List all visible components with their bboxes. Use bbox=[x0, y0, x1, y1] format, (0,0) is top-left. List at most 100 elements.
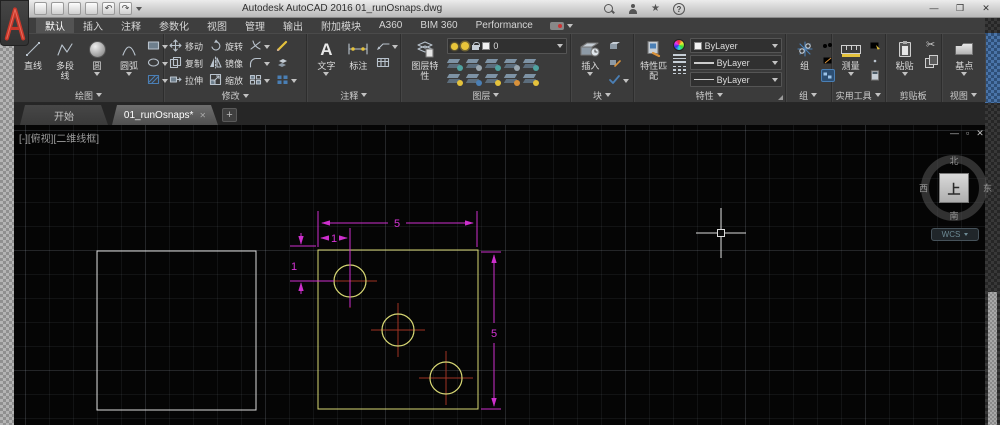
trim-tool[interactable] bbox=[249, 39, 271, 54]
measure-dropdown-icon[interactable] bbox=[847, 72, 854, 77]
layer-dropdown[interactable]: 0 bbox=[447, 38, 568, 54]
layer-tool-icon[interactable] bbox=[504, 74, 521, 86]
tab-manage[interactable]: 管理 bbox=[236, 18, 274, 33]
edit-block-tool[interactable] bbox=[608, 56, 629, 71]
viewcube-north-label[interactable]: 北 bbox=[949, 154, 958, 167]
polyline-tool[interactable]: 多段线 bbox=[51, 38, 79, 82]
base-view-dropdown-icon[interactable] bbox=[961, 72, 968, 77]
mirror-tool[interactable]: 镜像 bbox=[209, 55, 243, 72]
attributes-tool[interactable] bbox=[608, 73, 630, 88]
copy-clip-tool[interactable] bbox=[924, 54, 938, 68]
linetype-icon[interactable] bbox=[672, 65, 686, 74]
properties-dialog-launcher[interactable] bbox=[777, 95, 783, 100]
copy-tool[interactable]: 复制 bbox=[169, 55, 203, 72]
trim-dropdown-icon[interactable] bbox=[264, 44, 271, 49]
calculator-tool[interactable] bbox=[868, 69, 882, 82]
panel-annotation-label[interactable]: 注释 bbox=[307, 88, 400, 102]
wcs-menu[interactable]: WCS bbox=[931, 228, 979, 241]
layer-on-icon[interactable] bbox=[451, 42, 459, 50]
text-dropdown-icon[interactable] bbox=[323, 72, 330, 77]
layer-thaw-icon[interactable] bbox=[461, 42, 470, 50]
help-icon[interactable]: ? bbox=[672, 3, 685, 15]
linetype-dropdown[interactable]: ByLayer bbox=[689, 72, 782, 87]
layer-tool-icon[interactable] bbox=[447, 74, 464, 86]
group-button[interactable]: 组 bbox=[791, 38, 819, 71]
tab-start[interactable]: 开始 bbox=[20, 105, 108, 125]
viewcube-south-label[interactable]: 南 bbox=[949, 209, 958, 222]
arc-dropdown-icon[interactable] bbox=[126, 72, 132, 77]
attributes-dropdown-icon[interactable] bbox=[623, 78, 630, 83]
tab-annotate[interactable]: 注释 bbox=[112, 18, 150, 33]
layer-unlock-icon[interactable] bbox=[472, 42, 481, 50]
drawing-canvas[interactable]: 5 1 1 5 bbox=[14, 125, 985, 425]
match-properties-button[interactable]: 特性匹配 bbox=[639, 38, 669, 82]
fillet-tool[interactable] bbox=[249, 56, 271, 71]
circle-tool[interactable]: 圆 bbox=[83, 38, 111, 77]
lineweight-dropdown[interactable]: ByLayer bbox=[689, 55, 782, 70]
arc-tool[interactable]: 圆弧 bbox=[115, 38, 143, 77]
new-file-icon[interactable] bbox=[34, 2, 47, 15]
array-dropdown-icon[interactable] bbox=[264, 78, 271, 83]
panel-utilities-label[interactable]: 实用工具 bbox=[832, 88, 885, 102]
open-file-icon[interactable] bbox=[51, 2, 64, 15]
favorites-icon[interactable]: ★ bbox=[651, 4, 660, 14]
viewport-controls-label[interactable]: [-][俯视][二维线框] bbox=[19, 130, 99, 145]
app-menu-button[interactable] bbox=[0, 0, 29, 46]
circle-dropdown-icon[interactable] bbox=[94, 72, 100, 77]
layer-properties-button[interactable]: 图层特性 bbox=[406, 38, 443, 82]
panel-modify-label[interactable]: 修改 bbox=[164, 89, 306, 102]
qat-dropdown-icon[interactable] bbox=[136, 6, 142, 11]
layer-tool-icon[interactable] bbox=[466, 74, 483, 86]
tab-insert[interactable]: 插入 bbox=[74, 18, 112, 33]
tab-addins[interactable]: 附加模块 bbox=[312, 18, 370, 33]
leader-dropdown-icon[interactable] bbox=[392, 44, 399, 49]
tab-bim360[interactable]: BIM 360 bbox=[411, 18, 466, 33]
quick-select-tool[interactable] bbox=[868, 39, 882, 52]
move-tool[interactable]: 移动 bbox=[169, 38, 203, 55]
performance-recorder-button[interactable] bbox=[549, 18, 573, 33]
array-tool[interactable] bbox=[249, 73, 271, 88]
viewport-minimize-icon[interactable]: — bbox=[950, 128, 959, 139]
viewcube[interactable]: 北 南 西 东 上 bbox=[918, 152, 992, 224]
panel-properties-label[interactable]: 特性 bbox=[634, 88, 785, 102]
tab-close-icon[interactable]: ✕ bbox=[199, 111, 206, 120]
panel-draw-label[interactable]: 绘图 bbox=[14, 88, 163, 102]
layer-tool-icon[interactable] bbox=[447, 59, 464, 71]
layer-tool-icon[interactable] bbox=[485, 59, 502, 71]
tab-a360[interactable]: A360 bbox=[370, 18, 411, 33]
paste-dropdown-icon[interactable] bbox=[901, 72, 908, 77]
create-block-tool[interactable] bbox=[608, 39, 629, 54]
minimize-button[interactable]: — bbox=[921, 1, 947, 15]
point-tool[interactable] bbox=[868, 54, 882, 67]
signin-icon[interactable] bbox=[628, 3, 638, 15]
panel-block-label[interactable]: 块 bbox=[571, 88, 632, 102]
layer-tool-icon[interactable] bbox=[504, 59, 521, 71]
plot-icon[interactable] bbox=[85, 2, 98, 15]
layer-tool-icon[interactable] bbox=[523, 74, 540, 86]
drawing-viewport[interactable]: [-][俯视][二维线框] — ▫ ✕ 北 南 西 东 上 WCS 5 1 1 … bbox=[14, 125, 992, 425]
lineweight-icon[interactable] bbox=[672, 54, 686, 63]
layer-tool-icon[interactable] bbox=[466, 59, 483, 71]
close-button[interactable]: ✕ bbox=[973, 1, 999, 15]
redo-icon[interactable]: ↷ bbox=[119, 2, 132, 15]
insert-dropdown-icon[interactable] bbox=[587, 72, 594, 77]
panel-clipboard-label[interactable]: 剪贴板 bbox=[886, 88, 941, 102]
viewcube-top-face[interactable]: 上 bbox=[939, 173, 969, 203]
layer-dropdown-icon[interactable] bbox=[557, 44, 564, 48]
viewport-restore-icon[interactable]: ▫ bbox=[966, 128, 969, 139]
tab-performance[interactable]: Performance bbox=[467, 18, 542, 33]
viewcube-west-label[interactable]: 西 bbox=[919, 182, 928, 195]
stretch-tool[interactable]: 拉伸 bbox=[169, 72, 203, 89]
panel-view-label[interactable]: 视图 bbox=[942, 88, 985, 102]
tab-output[interactable]: 输出 bbox=[274, 18, 312, 33]
base-view-button[interactable]: 基点 bbox=[950, 38, 978, 77]
insert-block-button[interactable]: 插入 bbox=[576, 38, 604, 77]
leader-tool[interactable] bbox=[376, 39, 399, 54]
erase-tool[interactable] bbox=[276, 39, 297, 54]
save-icon[interactable] bbox=[68, 2, 81, 15]
blue-array-dropdown-icon[interactable] bbox=[291, 78, 298, 83]
undo-icon[interactable]: ↶ bbox=[102, 2, 115, 15]
cut-tool[interactable]: ✂ bbox=[924, 39, 938, 52]
tab-drawing[interactable]: 01_runOsnaps* ✕ bbox=[112, 105, 218, 125]
search-icon[interactable] bbox=[604, 3, 615, 15]
